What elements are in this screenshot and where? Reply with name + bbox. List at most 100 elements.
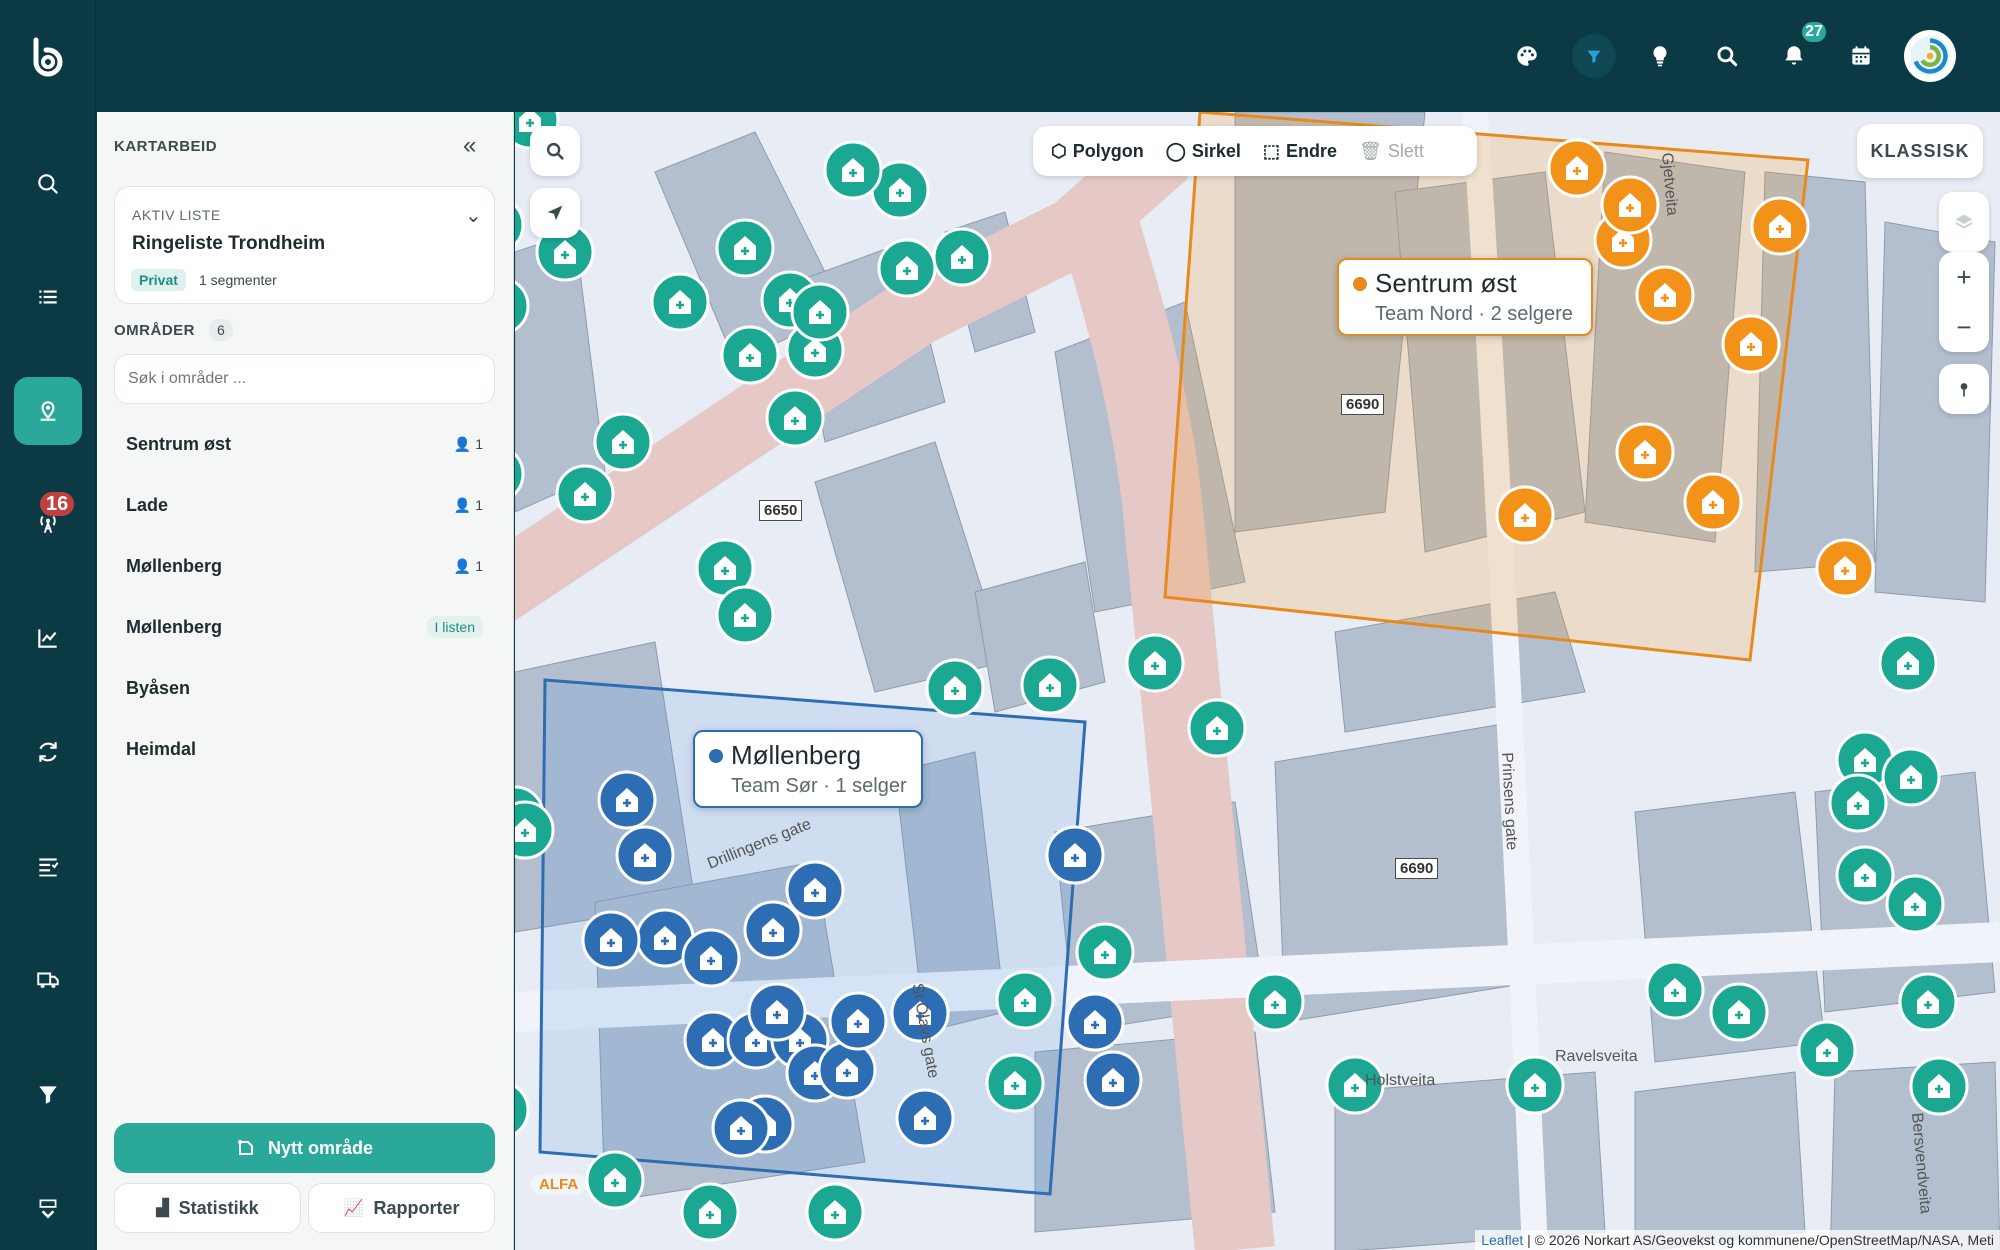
house-marker[interactable] <box>1881 747 1941 807</box>
house-marker[interactable] <box>817 1040 877 1100</box>
delete-tool[interactable]: 🗑 Slett <box>1359 141 1424 162</box>
house-marker[interactable] <box>1615 422 1675 482</box>
area-item[interactable]: Møllenberg 👤 1 <box>114 540 495 592</box>
house-marker[interactable] <box>805 1182 865 1242</box>
house-marker[interactable] <box>593 412 653 472</box>
house-marker[interactable] <box>581 910 641 970</box>
house-marker[interactable] <box>1547 138 1607 198</box>
house-marker[interactable] <box>790 282 850 342</box>
map-canvas[interactable] <box>515 112 2000 1250</box>
classic-mode-button[interactable]: KLASSISK <box>1857 124 1983 178</box>
active-list-card[interactable]: AKTIV LISTE ⌄ Ringeliste Trondheim Priva… <box>114 186 495 304</box>
area-item[interactable]: Heimdal <box>114 723 495 775</box>
house-marker[interactable] <box>650 272 710 332</box>
area-search-input[interactable] <box>114 354 495 404</box>
house-marker[interactable] <box>1083 1050 1143 1110</box>
house-marker[interactable] <box>1245 972 1305 1032</box>
house-marker[interactable] <box>1683 472 1743 532</box>
house-marker[interactable] <box>680 1182 740 1242</box>
house-marker[interactable] <box>555 464 615 524</box>
house-marker[interactable] <box>1898 972 1958 1032</box>
search-icon[interactable] <box>1705 34 1749 78</box>
chart-icon[interactable] <box>14 604 82 672</box>
house-marker[interactable] <box>877 238 937 298</box>
house-marker[interactable] <box>828 991 888 1051</box>
house-marker[interactable] <box>597 770 657 830</box>
house-marker[interactable] <box>1645 960 1705 1020</box>
area-callout-sentrum-ost[interactable]: Sentrum øst Team Nord · 2 selgere <box>1337 258 1593 336</box>
house-marker[interactable] <box>1797 1020 1857 1080</box>
house-marker[interactable] <box>1878 633 1938 693</box>
map-pin-icon[interactable] <box>14 377 82 445</box>
locate-button[interactable] <box>530 188 580 238</box>
avatar[interactable] <box>1904 30 1956 82</box>
statistics-button[interactable]: ▟ Statistikk <box>114 1183 301 1233</box>
house-marker[interactable] <box>681 928 741 988</box>
house-marker[interactable] <box>932 227 992 287</box>
refresh-icon[interactable] <box>14 718 82 786</box>
house-marker[interactable] <box>823 140 883 200</box>
house-marker[interactable] <box>585 1150 645 1210</box>
area-item[interactable]: Lade 👤 1 <box>114 479 495 531</box>
house-marker[interactable] <box>711 1098 771 1158</box>
house-marker[interactable] <box>615 825 675 885</box>
house-marker[interactable] <box>1495 485 1555 545</box>
house-marker[interactable] <box>1815 538 1875 598</box>
house-marker[interactable] <box>1885 874 1945 934</box>
map-view[interactable]: ⬡ Polygon ◯ Sirkel ⬚ Endre 🗑 Slett KLASSISK … <box>515 112 2000 1250</box>
house-marker[interactable] <box>715 218 775 278</box>
house-marker[interactable] <box>715 585 775 645</box>
palette-icon[interactable] <box>1505 34 1549 78</box>
house-marker[interactable] <box>1075 922 1135 982</box>
house-marker[interactable] <box>785 860 845 920</box>
calendar-icon[interactable] <box>1839 34 1883 78</box>
house-marker[interactable] <box>1187 698 1247 758</box>
collapse-panel-icon[interactable]: « <box>463 134 476 158</box>
house-marker[interactable] <box>925 658 985 718</box>
house-marker[interactable] <box>747 982 807 1042</box>
filter-icon[interactable] <box>14 1060 82 1128</box>
new-area-button[interactable]: Nytt område <box>114 1123 495 1173</box>
truck-icon[interactable] <box>14 946 82 1014</box>
house-marker[interactable] <box>1065 992 1125 1052</box>
zoom-out-button[interactable]: − <box>1956 312 1971 343</box>
lightbulb-icon[interactable] <box>1638 34 1682 78</box>
house-marker[interactable] <box>1835 845 1895 905</box>
map-search-button[interactable] <box>530 126 580 176</box>
chevron-down-icon[interactable]: ⌄ <box>465 203 482 228</box>
house-marker[interactable] <box>995 970 1055 1030</box>
circle-tool[interactable]: ◯ Sirkel <box>1166 141 1241 162</box>
area-item[interactable]: Møllenberg I listen <box>114 601 495 653</box>
house-marker[interactable] <box>515 197 525 253</box>
house-marker[interactable] <box>1828 773 1888 833</box>
house-marker[interactable] <box>1709 982 1769 1042</box>
filter-icon[interactable] <box>1572 34 1616 78</box>
house-marker[interactable] <box>1721 314 1781 374</box>
house-marker[interactable] <box>1045 825 1105 885</box>
leaflet-link[interactable]: Leaflet <box>1481 1232 1523 1248</box>
area-callout-mollenberg[interactable]: Møllenberg Team Sør · 1 selger <box>693 730 923 808</box>
house-marker[interactable] <box>1635 265 1695 325</box>
task-list-icon[interactable] <box>14 832 82 900</box>
search-icon[interactable] <box>14 150 82 218</box>
layers-button[interactable] <box>1939 192 1989 252</box>
house-marker[interactable] <box>1125 633 1185 693</box>
house-marker[interactable] <box>720 325 780 385</box>
house-marker[interactable] <box>743 900 803 960</box>
house-marker[interactable] <box>1750 196 1810 256</box>
app-logo-icon[interactable] <box>26 34 70 78</box>
chevron-down-icon[interactable] <box>14 1180 82 1236</box>
pin-button[interactable] <box>1939 364 1989 414</box>
house-marker[interactable] <box>895 1088 955 1148</box>
house-marker[interactable] <box>1020 655 1080 715</box>
house-marker[interactable] <box>515 1082 530 1138</box>
list-icon[interactable] <box>14 263 82 331</box>
house-marker[interactable] <box>985 1053 1045 1113</box>
house-marker[interactable] <box>1600 175 1660 235</box>
house-marker[interactable] <box>1909 1056 1969 1116</box>
area-item[interactable]: Byåsen <box>114 662 495 714</box>
house-marker[interactable] <box>765 388 825 448</box>
zoom-in-button[interactable]: + <box>1956 262 1971 293</box>
polygon-tool[interactable]: ⬡ Polygon <box>1051 141 1144 162</box>
edit-tool[interactable]: ⬚ Endre <box>1263 141 1337 162</box>
